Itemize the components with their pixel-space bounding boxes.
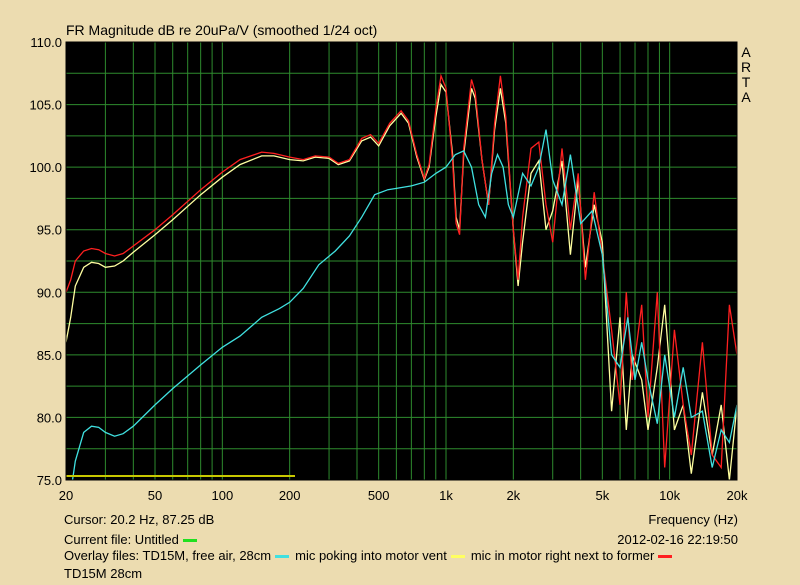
y-tick-label: 85.0 [37,348,62,363]
overlay-swatch-yellow [450,555,465,559]
y-tick-label: 110.0 [30,35,62,50]
overlay-file-3: mic in motor right next to former [470,548,655,563]
y-tick-label: 105.0 [29,98,62,113]
x-tick-label: 20 [59,488,73,503]
overlay-file-4: TD15M 28cm [64,566,143,581]
arta-letter: A [741,89,751,105]
current-file-label: Current file: Untitled [64,532,179,547]
x-axis-ticks: 20 50 100 200 500 1k 2k 5k 10k 20k [59,488,748,503]
arta-letter: T [742,74,751,90]
y-axis-ticks: 110.0 105.0 100.0 95.0 90.0 85.0 80.0 75.0 [29,35,62,488]
xlabel: Frequency (Hz) [648,512,738,527]
overlay-file-2: mic poking into motor vent [295,548,447,563]
x-tick-label: 500 [368,488,390,503]
current-file-swatch [182,539,197,543]
x-tick-label: 200 [279,488,301,503]
overlay-files-row: Overlay files: TD15M, free air, 28cm mic … [64,548,678,563]
x-tick-label: 5k [595,488,609,503]
x-tick-label: 20k [727,488,748,503]
chart-title: FR Magnitude dB re 20uPa/V (smoothed 1/2… [66,22,377,38]
x-tick-label: 100 [211,488,233,503]
y-tick-label: 100.0 [29,160,62,175]
y-tick-label: 90.0 [37,285,62,300]
x-tick-label: 2k [506,488,520,503]
y-tick-label: 95.0 [37,223,62,238]
arta-side-label: ARTA [741,44,751,105]
overlay-swatch-cyan [275,555,290,559]
y-tick-label: 75.0 [37,473,62,488]
arta-letter: A [741,44,751,60]
overlay-file-1: Overlay files: TD15M, free air, 28cm [64,548,272,563]
overlay-swatch-red [658,555,673,559]
cursor-readout: Cursor: 20.2 Hz, 87.25 dB [64,512,215,527]
timestamp: 2012-02-16 22:19:50 [617,532,738,547]
current-file-row: Current file: Untitled [64,532,203,547]
x-tick-label: 50 [148,488,162,503]
x-tick-label: 1k [439,488,453,503]
frequency-response-chart: FR Magnitude dB re 20uPa/V (smoothed 1/2… [29,22,751,503]
x-tick-label: 10k [659,488,680,503]
arta-letter: R [741,59,751,75]
y-tick-label: 80.0 [37,410,62,425]
